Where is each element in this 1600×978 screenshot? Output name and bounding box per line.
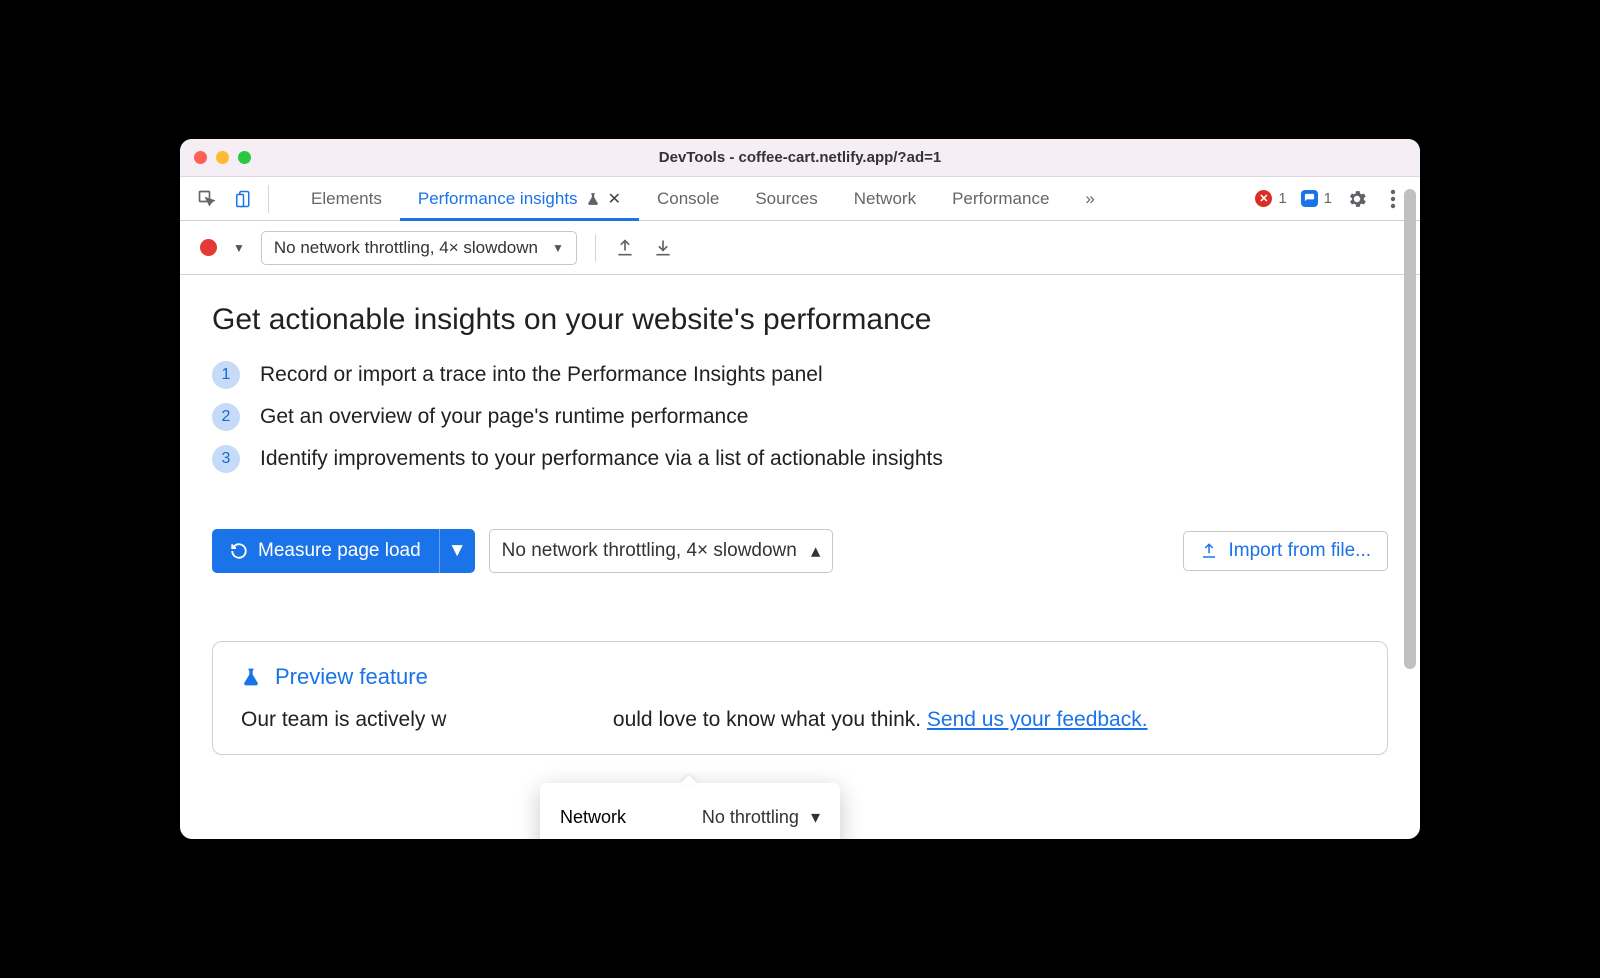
button-label: Measure page load bbox=[258, 540, 421, 562]
devtools-tabbar: Elements Performance insights ✕ Console … bbox=[180, 177, 1420, 221]
throttling-select[interactable]: No network throttling, 4× slowdown ▼ bbox=[261, 231, 577, 265]
step-number: 1 bbox=[212, 361, 240, 389]
titlebar: DevTools - coffee-cart.netlify.app/?ad=1 bbox=[180, 139, 1420, 177]
throttling-select-main[interactable]: No network throttling, 4× slowdown ▴ bbox=[489, 529, 834, 573]
import-from-file-button[interactable]: Import from file... bbox=[1183, 531, 1388, 571]
close-window-button[interactable] bbox=[194, 151, 207, 164]
step-text: Record or import a trace into the Perfor… bbox=[260, 363, 823, 387]
inspect-element-icon[interactable] bbox=[196, 188, 218, 210]
tab-elements[interactable]: Elements bbox=[293, 177, 400, 220]
measure-dropdown-button[interactable]: ▼ bbox=[439, 529, 475, 573]
tab-sources[interactable]: Sources bbox=[737, 177, 835, 220]
panel-content: Get actionable insights on your website'… bbox=[180, 275, 1420, 839]
tab-network[interactable]: Network bbox=[836, 177, 934, 220]
network-throttle-select[interactable]: No throttling ▾ bbox=[702, 807, 820, 828]
device-toolbar-icon[interactable] bbox=[234, 188, 256, 210]
record-button[interactable] bbox=[200, 239, 217, 256]
step-number: 2 bbox=[212, 403, 240, 431]
divider bbox=[268, 185, 269, 213]
issue-count: 1 bbox=[1324, 190, 1332, 207]
preview-title: Preview feature bbox=[275, 664, 428, 690]
flask-icon bbox=[241, 666, 261, 688]
step-number: 3 bbox=[212, 445, 240, 473]
step-item: 2 Get an overview of your page's runtime … bbox=[212, 403, 1388, 431]
tab-performance[interactable]: Performance bbox=[934, 177, 1067, 220]
throttling-label: No network throttling, 4× slowdown bbox=[502, 540, 797, 562]
close-tab-icon[interactable]: ✕ bbox=[608, 189, 621, 209]
preview-feature-panel: Preview feature Our team is actively wor… bbox=[212, 641, 1388, 755]
step-text: Identify improvements to your performanc… bbox=[260, 447, 943, 471]
error-count: 1 bbox=[1278, 190, 1286, 207]
chevron-up-icon: ▴ bbox=[811, 540, 821, 563]
step-text: Get an overview of your page's runtime p… bbox=[260, 405, 748, 429]
step-item: 1 Record or import a trace into the Perfo… bbox=[212, 361, 1388, 389]
chevron-down-icon: ▾ bbox=[811, 807, 820, 828]
divider bbox=[595, 234, 596, 262]
upload-icon bbox=[1200, 542, 1218, 560]
network-label: Network bbox=[560, 807, 626, 828]
errors-badge[interactable]: ✕ 1 bbox=[1255, 190, 1286, 207]
import-icon[interactable] bbox=[652, 237, 674, 259]
preview-body: Our team is actively working on it. We w… bbox=[241, 704, 1359, 736]
kebab-menu-icon[interactable] bbox=[1382, 188, 1404, 210]
step-item: 3 Identify improvements to your performan… bbox=[212, 445, 1388, 473]
issue-icon bbox=[1301, 190, 1318, 207]
tab-more[interactable]: » bbox=[1067, 177, 1112, 220]
throttling-popover: Network No throttling ▾ CPU 4× slowdown … bbox=[540, 783, 840, 839]
tab-console[interactable]: Console bbox=[639, 177, 737, 220]
export-icon[interactable] bbox=[614, 237, 636, 259]
scrollbar[interactable] bbox=[1404, 189, 1416, 833]
page-heading: Get actionable insights on your website'… bbox=[212, 303, 1388, 337]
scroll-thumb[interactable] bbox=[1404, 189, 1416, 669]
record-options-dropdown[interactable]: ▼ bbox=[233, 241, 245, 255]
insights-toolbar: ▼ No network throttling, 4× slowdown ▼ bbox=[180, 221, 1420, 275]
settings-icon[interactable] bbox=[1346, 188, 1368, 210]
chevron-down-icon: ▼ bbox=[552, 241, 564, 255]
issues-badge[interactable]: 1 bbox=[1301, 190, 1332, 207]
throttling-label: No network throttling, 4× slowdown bbox=[274, 238, 538, 258]
window-controls bbox=[194, 151, 251, 164]
minimize-window-button[interactable] bbox=[216, 151, 229, 164]
error-icon: ✕ bbox=[1255, 190, 1272, 207]
measure-page-load-button[interactable]: Measure page load ▼ bbox=[212, 529, 475, 573]
window-title: DevTools - coffee-cart.netlify.app/?ad=1 bbox=[180, 149, 1420, 166]
zoom-window-button[interactable] bbox=[238, 151, 251, 164]
tab-label: Performance insights bbox=[418, 189, 578, 209]
tab-performance-insights[interactable]: Performance insights ✕ bbox=[400, 177, 639, 220]
select-value: No throttling bbox=[702, 807, 799, 828]
feedback-link[interactable]: Send us your feedback. bbox=[927, 708, 1148, 731]
reload-icon bbox=[230, 542, 248, 560]
button-label: Import from file... bbox=[1228, 540, 1371, 562]
devtools-window: DevTools - coffee-cart.netlify.app/?ad=1… bbox=[180, 139, 1420, 839]
flask-icon bbox=[586, 191, 600, 207]
